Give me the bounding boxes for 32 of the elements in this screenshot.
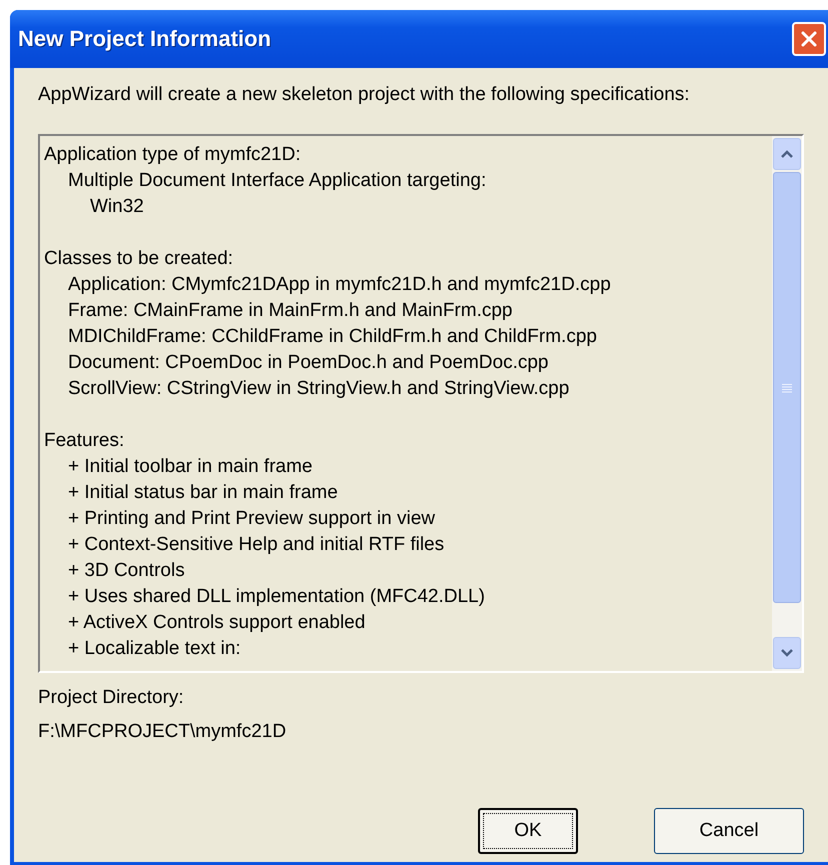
directory-label: Project Directory: [38, 686, 185, 710]
spec-line: + Initial toolbar in main frame [68, 455, 314, 479]
grip-icon [781, 382, 793, 392]
spec-line: MDIChildFrame: CChildFrame in ChildFrm.h and ChildFrm.cpp [68, 325, 598, 349]
directory-path: F:\MFCPROJECT\mymfc21D [38, 720, 288, 744]
chevron-down-icon [780, 648, 794, 658]
spec-line: Application: CMymfc21DApp in mymfc21D.h and mymfc21D.cpp [68, 273, 612, 297]
scroll-up-button[interactable] [773, 138, 801, 170]
spec-line: + Uses shared DLL implementation (MFC42.DLL) [68, 585, 486, 609]
spec-line: + Context-Sensitive Help and initial RTF files [68, 533, 446, 557]
spec-line: Multiple Document Interface Application targeting: [68, 169, 488, 193]
cancel-button[interactable]: Cancel [654, 808, 804, 854]
spec-line: + Printing and Print Preview support in view [68, 507, 436, 531]
section-heading: Features: [44, 429, 126, 453]
close-button[interactable] [792, 22, 826, 56]
spec-line: + 3D Controls [68, 559, 186, 583]
scrollbar[interactable] [772, 136, 802, 671]
spec-line: Frame: CMainFrame in MainFrm.h and MainFrm.cpp [68, 299, 514, 323]
spec-line: + Localizable text in: [68, 637, 242, 661]
section-heading: Application type of mymfc21D: [44, 143, 302, 167]
spec-line: + ActiveX Controls support enabled [68, 611, 366, 635]
spec-line: + Initial status bar in main frame [68, 481, 339, 505]
spec-line: Win32 [90, 195, 145, 219]
scroll-down-button[interactable] [773, 637, 801, 669]
ok-button[interactable]: OK [478, 808, 578, 854]
intro-text: AppWizard will create a new skeleton project with the following specifications: [38, 83, 691, 107]
scroll-thumb[interactable] [773, 172, 801, 603]
window-title: New Project Information [18, 26, 272, 52]
spec-line: Document: CPoemDoc in PoemDoc.h and PoemDoc.cpp [68, 351, 550, 375]
spec-line: ScrollView: CStringView in StringView.h and StringView.cpp [68, 377, 570, 401]
section-heading: Classes to be created: [44, 247, 234, 271]
chevron-up-icon [780, 149, 794, 159]
